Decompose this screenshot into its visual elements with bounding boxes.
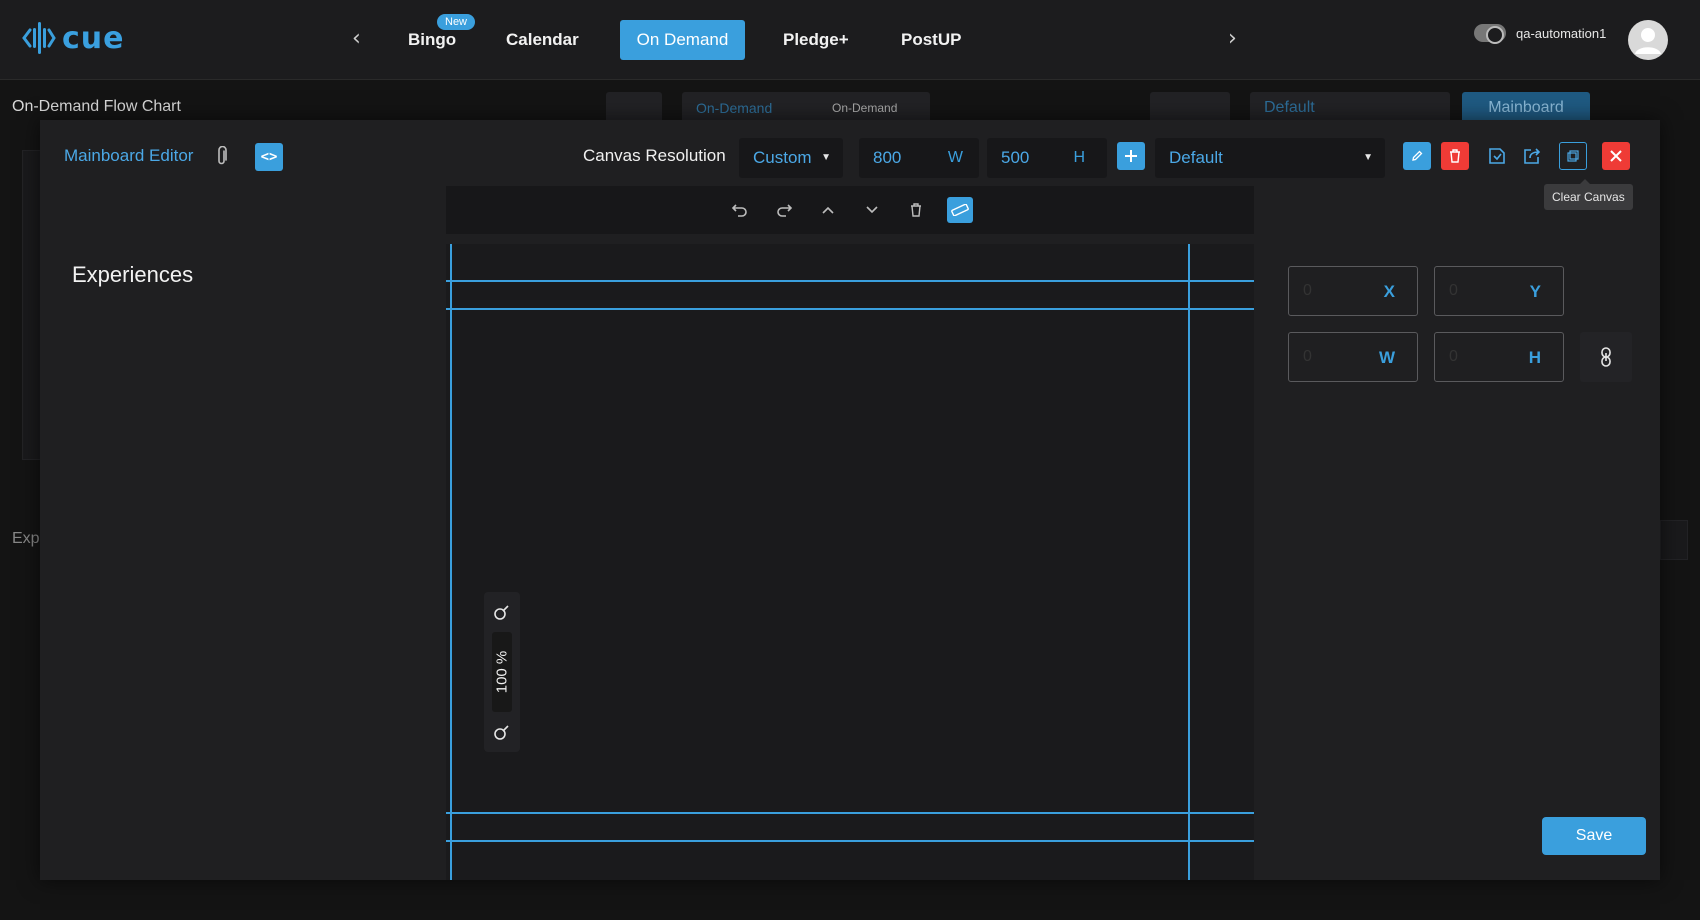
new-badge: New (437, 14, 476, 30)
guide-line-top-outer[interactable] (446, 280, 1254, 282)
guide-line-left[interactable] (450, 244, 452, 880)
experiences-title: Experiences (72, 262, 194, 287)
canvas-width-value: 800 (873, 148, 902, 167)
theme-toggle[interactable] (1474, 24, 1506, 44)
resolution-preset-value: Custom (753, 148, 812, 167)
bg-panel-left (22, 150, 42, 460)
bg-experience-select-label: On-Demand (696, 100, 773, 116)
save-button[interactable]: Save (1542, 817, 1646, 855)
layout-select-value: Default (1169, 148, 1223, 167)
position-y-input[interactable]: 0 Y (1434, 266, 1564, 316)
chevron-down-icon[interactable] (859, 197, 885, 223)
chevron-up-icon[interactable] (815, 197, 841, 223)
canvas-height-suffix: H (1073, 149, 1085, 166)
position-x-suffix: X (1383, 282, 1395, 301)
trash-icon[interactable] (1441, 142, 1469, 170)
size-h-input[interactable]: 0 H (1434, 332, 1564, 382)
clear-canvas-tooltip: Clear Canvas (1544, 179, 1633, 210)
size-h-suffix: H (1528, 348, 1541, 367)
modal-title: Mainboard Editor (64, 146, 194, 165)
bg-experiences-heading: Exp (12, 530, 40, 547)
cue-logo[interactable]: cue (22, 20, 125, 56)
nav-item-postup[interactable]: PostUP (887, 20, 975, 60)
canvas-height-input[interactable]: 500 H (987, 138, 1107, 178)
top-navigation-bar: cue ‹ Bingo New Calendar On Demand Pledg… (0, 0, 1700, 80)
redo-icon[interactable] (771, 197, 797, 223)
nav-prev-icon[interactable]: ‹ (352, 26, 361, 51)
zoom-level-text: 100 % (493, 650, 511, 694)
canvas-height-value: 500 (1001, 148, 1030, 167)
zoom-level: 100 % (492, 632, 512, 712)
size-h-value: 0 (1449, 348, 1458, 365)
caret-down-icon: ▼ (1363, 152, 1373, 163)
plus-icon[interactable] (1117, 142, 1145, 170)
save-file-icon[interactable] (1483, 142, 1511, 170)
guide-line-bottom-inner[interactable] (446, 812, 1254, 814)
share-icon[interactable] (1518, 142, 1546, 170)
page-title: On-Demand Flow Chart (12, 98, 181, 115)
size-w-suffix: W (1378, 348, 1395, 367)
size-w-value: 0 (1303, 348, 1312, 365)
caret-down-icon: ▼ (821, 152, 831, 163)
canvas-width-suffix: W (947, 149, 963, 166)
guide-line-right[interactable] (1188, 244, 1190, 880)
nav-item-pledge[interactable]: Pledge+ (769, 20, 863, 60)
canvas-resolution-label: Canvas Resolution (583, 146, 726, 165)
position-y-value: 0 (1449, 282, 1458, 299)
zoom-out-icon[interactable] (492, 722, 512, 742)
mainboard-editor-modal: Mainboard Editor <> Canvas Resolution Cu… (40, 120, 1660, 880)
resolution-preset-select[interactable]: Custom ▼ (739, 138, 843, 178)
position-x-input[interactable]: 0 X (1288, 266, 1418, 316)
canvas-toolbar (446, 186, 1254, 234)
close-icon[interactable] (1602, 142, 1630, 170)
guide-line-top-inner[interactable] (446, 308, 1254, 310)
layout-select[interactable]: Default ▼ (1155, 138, 1385, 178)
avatar[interactable] (1628, 20, 1668, 60)
guide-line-bottom-outer[interactable] (446, 840, 1254, 842)
nav-next-icon[interactable]: › (1228, 26, 1237, 51)
zoom-in-icon[interactable] (492, 602, 512, 622)
link-icon[interactable] (1580, 332, 1632, 382)
position-x-value: 0 (1303, 282, 1312, 299)
logo-text: cue (62, 20, 125, 56)
size-w-input[interactable]: 0 W (1288, 332, 1418, 382)
bg-panel-right (1660, 520, 1688, 560)
user-avatar-icon (1635, 28, 1661, 54)
username: qa-automation1 (1516, 25, 1607, 41)
pencil-icon[interactable] (1403, 142, 1431, 170)
ruler-icon[interactable] (947, 197, 973, 223)
cue-logo-mark-icon (22, 22, 56, 54)
nav-item-on-demand[interactable]: On Demand (620, 20, 745, 60)
paperclip-icon[interactable] (216, 145, 228, 171)
zoom-control: 100 % (484, 592, 520, 752)
nav-item-calendar[interactable]: Calendar (492, 20, 593, 60)
code-icon[interactable]: <> (255, 143, 283, 171)
mainboard-canvas[interactable]: 100 % (446, 244, 1254, 880)
position-y-suffix: Y (1529, 282, 1541, 301)
undo-icon[interactable] (727, 197, 753, 223)
canvas-width-input[interactable]: 800 W (859, 138, 979, 178)
clear-canvas-icon[interactable] (1559, 142, 1587, 170)
trash-icon[interactable] (903, 197, 929, 223)
